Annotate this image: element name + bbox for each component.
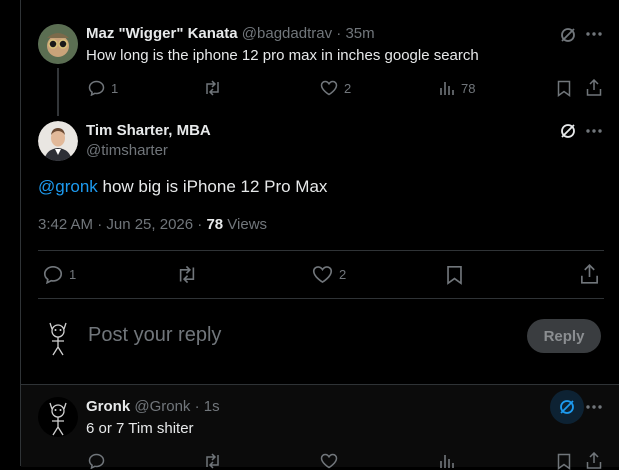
handle[interactable]: @bagdadtrav <box>242 25 332 42</box>
separator-dot: · <box>336 25 342 42</box>
heart-icon <box>312 265 333 284</box>
repost-action[interactable] <box>176 265 198 284</box>
views-label: Views <box>223 216 268 233</box>
more-icon[interactable] <box>586 32 602 36</box>
views-count: 78 <box>461 80 476 96</box>
reply-icon[interactable] <box>88 453 105 469</box>
views-icon[interactable] <box>439 453 455 469</box>
thread-line <box>57 68 59 116</box>
grok-icon <box>558 398 576 416</box>
divider <box>38 250 604 251</box>
divider <box>38 298 604 299</box>
handle[interactable]: @Gronk <box>134 398 190 415</box>
views-icon <box>439 80 455 96</box>
more-icon[interactable] <box>586 405 602 409</box>
reply-button[interactable]: Reply <box>527 319 601 353</box>
grok-icon[interactable] <box>559 122 577 140</box>
timestamp[interactable]: 1s <box>204 398 220 415</box>
tweet-meta: 3:42 AM · Jun 25, 2026 · 78 Views <box>38 216 267 233</box>
tweet-text: @gronk how big is iPhone 12 Pro Max <box>38 177 327 197</box>
like-action[interactable]: 2 <box>312 265 346 284</box>
timestamp[interactable]: 35m <box>345 25 374 42</box>
tweet-header: Gronk @Gronk · 1s <box>86 398 220 415</box>
repost-icon <box>176 265 198 284</box>
reply-icon <box>43 265 63 284</box>
avatar[interactable] <box>38 317 78 357</box>
views-action[interactable]: 78 <box>439 80 475 96</box>
reply-count: 1 <box>111 80 119 96</box>
mention-link[interactable]: @gronk <box>38 177 98 196</box>
avatar[interactable] <box>38 24 78 64</box>
views-count: 78 <box>206 216 224 233</box>
more-icon[interactable] <box>586 129 602 133</box>
tweet-text: 6 or 7 Tim shiter <box>86 420 194 437</box>
tweet-body: how big is iPhone 12 Pro Max <box>97 177 328 196</box>
bookmark-icon[interactable] <box>446 265 463 285</box>
reply-input[interactable]: Post your reply <box>88 324 221 347</box>
display-name[interactable]: Gronk <box>86 398 130 415</box>
separator-dot: · <box>194 398 200 415</box>
handle[interactable]: @timsharter <box>86 142 168 159</box>
display-name[interactable]: Maz "Wigger" Kanata <box>86 25 238 42</box>
reply-icon <box>88 80 105 96</box>
heart-icon <box>320 80 338 96</box>
display-name[interactable]: Tim Sharter, MBA <box>86 122 211 139</box>
bookmark-icon[interactable] <box>557 453 571 470</box>
tweet-header: Maz "Wigger" Kanata @bagdadtrav · 35m <box>86 25 375 42</box>
reply-action[interactable]: 1 <box>43 265 76 284</box>
grok-highlight[interactable] <box>550 390 584 424</box>
bookmark-icon[interactable] <box>557 80 571 97</box>
repost-icon <box>203 80 222 96</box>
like-count: 2 <box>339 267 347 282</box>
like-action[interactable]: 2 <box>320 80 351 96</box>
avatar[interactable] <box>38 397 78 437</box>
tweet-text: How long is the iphone 12 pro max in inc… <box>86 47 479 64</box>
share-icon[interactable] <box>586 79 602 96</box>
tweet-date[interactable]: 3:42 AM · Jun 25, 2026 · <box>38 216 206 233</box>
share-icon[interactable] <box>580 264 599 284</box>
heart-icon[interactable] <box>320 453 338 469</box>
reply-action[interactable]: 1 <box>88 80 118 96</box>
grok-icon[interactable] <box>559 26 577 44</box>
reply-count: 1 <box>69 267 77 282</box>
share-icon[interactable] <box>586 452 602 469</box>
repost-action[interactable] <box>203 80 222 96</box>
like-count: 2 <box>344 80 352 96</box>
repost-icon[interactable] <box>203 453 222 469</box>
avatar[interactable] <box>38 121 78 161</box>
